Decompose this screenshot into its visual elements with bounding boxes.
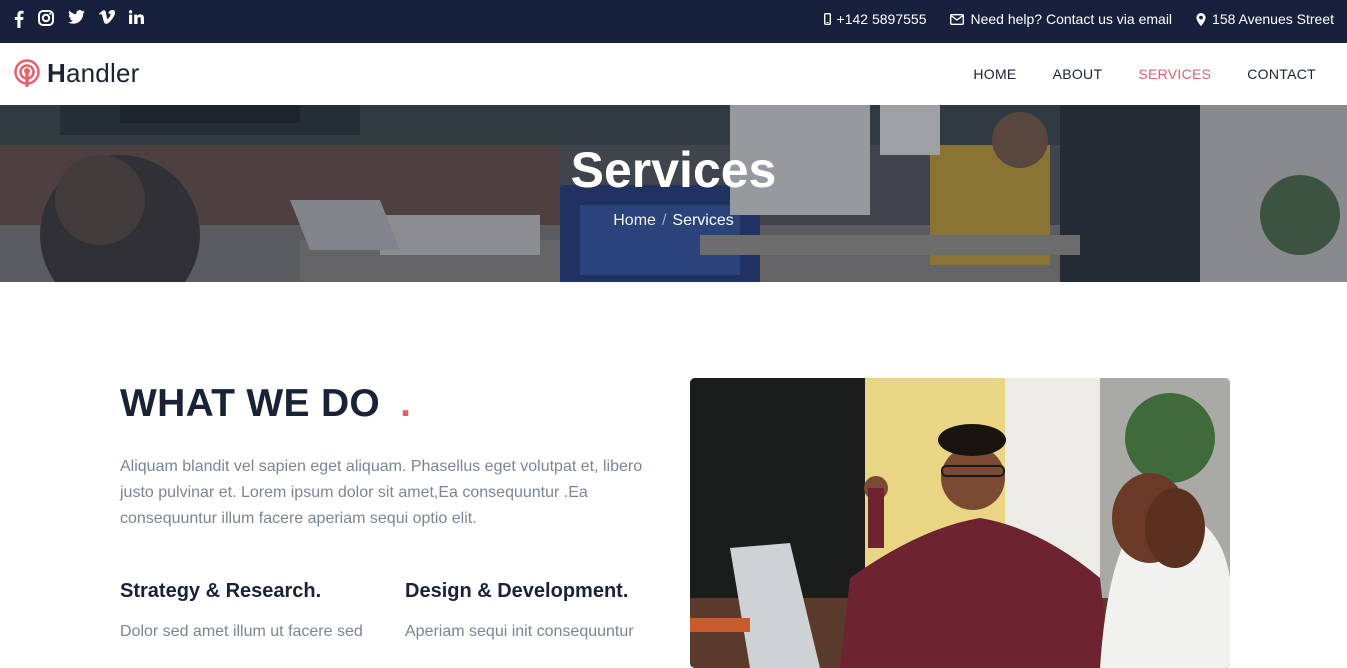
help-text: Need help? Contact us via email: [970, 11, 1173, 27]
page-title: Services: [570, 142, 777, 198]
nav-contact[interactable]: CONTACT: [1247, 66, 1316, 82]
breadcrumb: Home / Services: [0, 212, 1347, 230]
heading-accent-dot: .: [400, 382, 412, 425]
twitter-icon[interactable]: [68, 10, 85, 28]
instagram-icon[interactable]: [38, 10, 54, 28]
design-development-text: Aperiam sequi init consequuntur: [405, 623, 634, 640]
address-contact[interactable]: 158 Avenues Street: [1196, 11, 1334, 27]
mobile-phone-icon: [823, 13, 831, 25]
breadcrumb-home[interactable]: Home: [613, 212, 656, 229]
breadcrumb-current: Services: [672, 212, 734, 229]
contact-info: +142 5897555 Need help? Contact us via e…: [800, 11, 1334, 27]
section-paragraph: Aliquam blandit vel sapien eget aliquam.…: [120, 458, 643, 527]
social-links: [14, 10, 158, 28]
strategy-research-title: Strategy & Research.: [120, 580, 322, 602]
page-hero: Services Home / Services: [0, 105, 1347, 282]
top-bar: +142 5897555 Need help? Contact us via e…: [0, 0, 1347, 43]
phone-contact[interactable]: +142 5897555: [823, 11, 927, 27]
address-text: 158 Avenues Street: [1212, 11, 1334, 27]
section-heading: WHAT WE DO.: [120, 382, 411, 426]
section-heading-text: WHAT WE DO: [120, 382, 381, 425]
nav-home[interactable]: HOME: [973, 66, 1016, 82]
email-contact[interactable]: Need help? Contact us via email: [950, 11, 1172, 27]
envelope-icon: [950, 13, 965, 25]
podcast-logo-icon: [14, 58, 40, 87]
breadcrumb-separator: /: [661, 212, 667, 229]
what-we-do-section: WHAT WE DO. Aliquam blandit vel sapien e…: [0, 282, 1347, 668]
map-pin-icon: [1196, 12, 1206, 26]
nav-services[interactable]: SERVICES: [1138, 66, 1211, 82]
meeting-photo: [690, 378, 1230, 668]
brand-rest: andler: [65, 58, 140, 88]
main-navbar: Handler HOME ABOUT SERVICES CONTACT: [0, 43, 1347, 105]
linkedin-icon[interactable]: [129, 10, 144, 28]
nav-about[interactable]: ABOUT: [1053, 66, 1103, 82]
vimeo-icon[interactable]: [99, 10, 115, 28]
primary-menu: HOME ABOUT SERVICES CONTACT: [937, 66, 1316, 82]
brand-name: Handler: [47, 58, 139, 89]
meeting-photo-illustration: [690, 378, 1230, 668]
design-development-title: Design & Development.: [405, 580, 629, 602]
facebook-icon[interactable]: [14, 10, 24, 28]
phone-number: +142 5897555: [836, 11, 927, 27]
brand-logo[interactable]: Handler: [14, 58, 139, 89]
brand-first-letter: H: [47, 58, 66, 88]
strategy-research-text: Dolor sed amet illum ut facere sed: [120, 623, 363, 640]
